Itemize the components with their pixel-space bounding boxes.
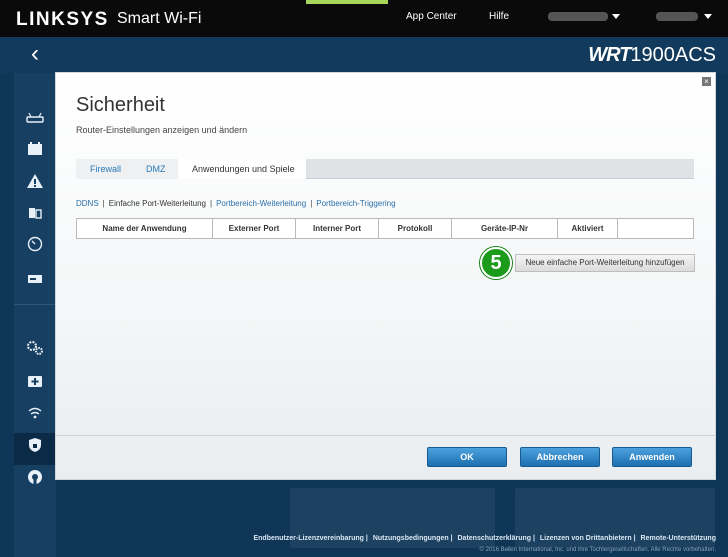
tab-applications-and-games[interactable]: Anwendungen und Spiele <box>178 159 306 179</box>
footer: Endbenutzer-Lizenzvereinbarung | Nutzung… <box>253 535 716 542</box>
wifi-icon[interactable] <box>14 400 56 432</box>
cancel-button[interactable]: Abbrechen <box>520 447 600 467</box>
column-header: Geräte-IP-Nr <box>452 219 558 238</box>
subtab-single-port-forwarding[interactable]: Einfache Port-Weiterleitung <box>109 199 206 208</box>
table-header: Name der Anwendung Externer Port Interne… <box>76 218 694 239</box>
router-icon[interactable] <box>14 104 56 136</box>
chevron-down-icon[interactable] <box>704 14 712 19</box>
speed-test-icon[interactable] <box>14 232 56 264</box>
openvpn-icon[interactable] <box>14 465 56 497</box>
apply-button[interactable]: Anwenden <box>612 447 692 467</box>
copyright: © 2016 Belkin International, Inc. und ih… <box>479 547 716 553</box>
user-name-redacted[interactable] <box>656 12 698 21</box>
security-dialog: × Sicherheit Router-Einstellungen anzeig… <box>55 72 716 480</box>
router-name-redacted[interactable] <box>548 12 608 21</box>
storage-icon[interactable] <box>14 264 56 296</box>
subtab-port-range-triggering[interactable]: Portbereich-Triggering <box>316 199 395 208</box>
linksys-logo: LINKSYS <box>16 9 109 30</box>
column-header: Externer Port <box>213 219 296 238</box>
footer-link-remote-support[interactable]: Remote-Unterstützung <box>641 535 716 542</box>
subtab-nav: DDNS | Einfache Port-Weiterleitung | Portber… <box>76 199 396 208</box>
settings-icon[interactable] <box>14 336 56 368</box>
footer-link-terms[interactable]: Nutzungsbedingungen <box>373 535 449 542</box>
product-name: Smart Wi-Fi <box>117 10 202 27</box>
footer-link-third-party[interactable]: Lizenzen von Drittanbietern <box>540 535 632 542</box>
add-port-forwarding-button[interactable]: Neue einfache Port-Weiterleitung hinzufü… <box>515 254 695 272</box>
column-header: Name der Anwendung <box>77 219 213 238</box>
security-icon[interactable] <box>14 433 62 465</box>
close-icon[interactable]: × <box>702 77 711 86</box>
devices-icon[interactable] <box>14 136 56 168</box>
subtab-port-range-forwarding[interactable]: Portbereich-Weiterleitung <box>216 199 306 208</box>
alert-icon[interactable] <box>14 168 56 200</box>
top-accent-bar <box>306 0 388 4</box>
column-header: Aktiviert <box>558 219 618 238</box>
tab-firewall[interactable]: Firewall <box>76 159 132 179</box>
step-badge: 5 <box>480 247 512 279</box>
app-center-link[interactable]: App Center <box>406 11 457 22</box>
sidebar-divider <box>14 304 56 305</box>
parental-controls-icon[interactable] <box>14 200 56 232</box>
tab-bar: Firewall DMZ Anwendungen und Spiele <box>76 159 694 179</box>
column-header: Protokoll <box>379 219 452 238</box>
divider <box>56 435 715 436</box>
page-subtitle: Router-Einstellungen anzeigen und ändern <box>76 125 248 135</box>
footer-link-eula[interactable]: Endbenutzer-Lizenzvereinbarung <box>253 535 363 542</box>
model-name: WRT1900ACS <box>588 44 716 66</box>
column-header: Interner Port <box>296 219 379 238</box>
subtab-ddns[interactable]: DDNS <box>76 199 99 208</box>
tab-dmz[interactable]: DMZ <box>132 159 178 179</box>
media-prioritization-icon[interactable] <box>14 368 56 400</box>
chevron-down-icon[interactable] <box>612 14 620 19</box>
help-link[interactable]: Hilfe <box>489 11 509 22</box>
column-header-empty <box>618 219 693 238</box>
back-button[interactable]: ‹ <box>14 37 56 73</box>
footer-link-privacy[interactable]: Datenschutzerklärung <box>458 535 532 542</box>
page-title: Sicherheit <box>76 94 165 116</box>
ok-button[interactable]: OK <box>427 447 507 467</box>
